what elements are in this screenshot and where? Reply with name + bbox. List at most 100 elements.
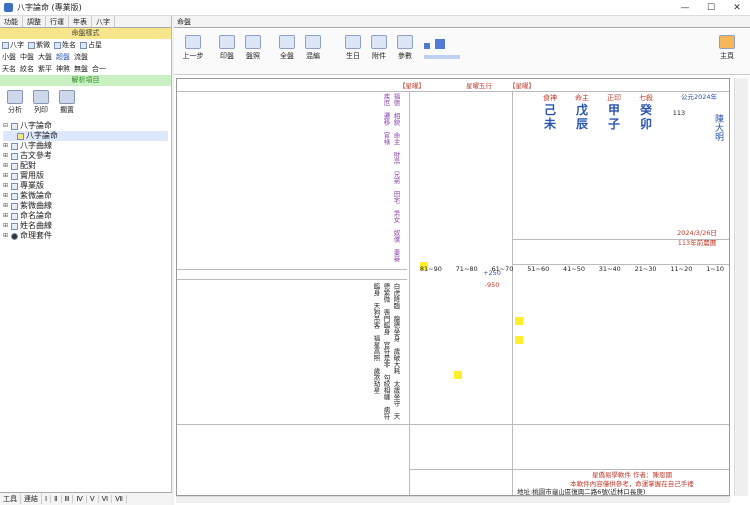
tree-item[interactable]: ⊞ 紫微論命 <box>3 191 168 201</box>
tab-luck[interactable]: 行運 <box>46 16 69 27</box>
size-super[interactable]: 超盤 <box>56 52 70 62</box>
print-icon <box>219 35 235 49</box>
maximize-button[interactable]: ☐ <box>698 0 724 16</box>
tab-tools[interactable]: 工具 <box>0 494 21 504</box>
analyze-button[interactable]: 分析 <box>4 90 26 115</box>
horizontal-scrollbar[interactable] <box>176 496 730 503</box>
age-value: 113 <box>672 109 686 117</box>
birthday-button[interactable]: 生日 <box>340 35 366 61</box>
luck-ranges: 81~90 71~80 61~70 51~60 41~50 31~40 21~30 11~… <box>419 265 724 273</box>
folder-icon <box>11 122 18 130</box>
tab-5[interactable]: Ⅴ <box>87 495 99 503</box>
style-ziwei[interactable]: 紫微 <box>28 40 50 50</box>
yinyang-icon <box>11 232 18 240</box>
tree-item[interactable]: ⊟ 八字論命 <box>3 121 168 131</box>
function-tree: ⊟ 八字論命 八字論命 ⊞ 八字曲線 ⊞ 古文參考 ⊞ 配對 ⊞ 實用版 ⊞ 專業版 ⊞ 紫微… <box>0 119 171 243</box>
size-small[interactable]: 小盤 <box>2 52 16 62</box>
tab-1[interactable]: Ⅰ <box>42 495 52 503</box>
name-icon <box>54 41 61 49</box>
tree-item[interactable]: ⊞ 八字曲線 <box>3 141 168 151</box>
tab-function[interactable]: 功能 <box>0 16 23 27</box>
doc-icon <box>17 132 24 140</box>
print-label: 列印 <box>34 106 48 114</box>
style-name[interactable]: 姓名 <box>54 40 76 50</box>
window-title: 八字論命 (專業版) <box>17 3 82 12</box>
tree-item[interactable]: 八字論命 <box>3 131 168 141</box>
grid-icon <box>279 35 295 49</box>
size-large[interactable]: 大盤 <box>38 52 52 62</box>
analyze-label: 分析 <box>8 106 22 114</box>
app-icon <box>4 3 13 12</box>
tab-links[interactable]: 連結 <box>21 494 42 504</box>
date-line-1: 2024/3/26日 <box>677 229 717 237</box>
params-button[interactable]: 參數 <box>392 35 418 61</box>
folder-icon <box>11 212 18 220</box>
back-button[interactable]: 上一步 <box>180 35 206 61</box>
left-bottom-tabs: 工具 連結 Ⅰ Ⅱ Ⅲ Ⅳ Ⅴ Ⅵ Ⅶ <box>0 492 172 505</box>
opt-ziping[interactable]: 紫平 <box>38 64 52 74</box>
tree-item[interactable]: ⊞ 姓名曲線 <box>3 221 168 231</box>
style-row-3: 天名 紋名 紫平 神煞 無盤 合一 <box>0 63 171 75</box>
snapshot-button[interactable]: 盤照 <box>240 35 266 61</box>
astro-icon <box>80 41 87 49</box>
folder-icon <box>11 172 18 180</box>
hold-button[interactable]: 擱置 <box>56 90 78 115</box>
ziwei-icon <box>28 41 35 49</box>
tree-item[interactable]: ⊞ 命名論命 <box>3 211 168 221</box>
tab-adjust[interactable]: 調整 <box>23 16 46 27</box>
tab-yearly[interactable]: 年表 <box>69 16 92 27</box>
tree-item[interactable]: ⊞ 紫微曲線 <box>3 201 168 211</box>
print-button[interactable]: 列印 <box>30 90 52 115</box>
tab-3[interactable]: Ⅲ <box>62 495 74 503</box>
full-chart-button[interactable]: 全盤 <box>274 35 300 61</box>
tree-item[interactable]: ⊞ 命理套件 <box>3 231 168 241</box>
chart-style-title: 命盤樣式 <box>0 28 171 39</box>
zoom-small-icon <box>424 43 430 49</box>
bazi-icon <box>2 41 9 49</box>
folder-icon <box>11 192 18 200</box>
left-desc-text: 白虎降臨 龍德坐身 歲破大耗 太歲坐守 天德紫微 喪門臨身 官符是非 勾絞相纏 … <box>372 283 400 420</box>
opt-wupan[interactable]: 無盤 <box>74 64 88 74</box>
size-medium[interactable]: 中盤 <box>20 52 34 62</box>
close-button[interactable]: ✕ <box>724 0 750 16</box>
footer-address: 地址:桃園市龜山區復興二路6號(近林口長庚) <box>517 488 646 496</box>
marker <box>515 336 523 344</box>
zoom-control[interactable] <box>424 39 464 65</box>
style-bazi[interactable]: 八字 <box>2 40 24 50</box>
gear-icon <box>397 35 413 49</box>
gregorian-year: 公元2024年 <box>680 93 718 101</box>
folder-icon <box>11 162 18 170</box>
analyze-icon <box>7 90 23 104</box>
size-flow[interactable]: 流盤 <box>74 52 88 62</box>
tab-4[interactable]: Ⅳ <box>73 495 87 503</box>
tab-chart[interactable]: 命盤 <box>174 16 750 28</box>
opt-tianming[interactable]: 天名 <box>2 64 16 74</box>
opt-heyi[interactable]: 合一 <box>92 64 106 74</box>
opt-wenming[interactable]: 紋名 <box>20 64 34 74</box>
back-icon <box>185 35 201 49</box>
hold-label: 擱置 <box>60 106 74 114</box>
zoom-slider[interactable] <box>424 55 460 59</box>
tree-item[interactable]: ⊞ 配對 <box>3 161 168 171</box>
minimize-button[interactable]: — <box>672 0 698 16</box>
tree-item[interactable]: ⊞ 實用版 <box>3 171 168 181</box>
date-line-2: 113年前農曆 <box>677 239 717 247</box>
left-star-text: 福德 相貌 命主 財帛 兄弟 田宅 男女 奴僕 妻妾 疾厄 遷移 官祿 <box>382 93 400 269</box>
folder-icon <box>11 142 18 150</box>
vertical-scrollbar[interactable] <box>734 78 748 496</box>
opt-shensha[interactable]: 神煞 <box>56 64 70 74</box>
print-chart-button[interactable]: 印盤 <box>214 35 240 61</box>
attachment-button[interactable]: 附件 <box>366 35 392 61</box>
tab-bazi[interactable]: 八字 <box>92 16 115 27</box>
title-bar: 八字論命 (專業版) — ☐ ✕ <box>0 0 750 16</box>
home-button[interactable]: 主頁 <box>714 35 740 61</box>
tab-7[interactable]: Ⅶ <box>112 495 127 503</box>
style-astro[interactable]: 占星 <box>80 40 102 50</box>
pillar-year: 食神 己 未 <box>543 94 557 131</box>
mixed-button[interactable]: 混編 <box>300 35 326 61</box>
tab-6[interactable]: Ⅵ <box>99 495 113 503</box>
tab-2[interactable]: Ⅱ <box>51 495 62 503</box>
tree-item[interactable]: ⊞ 專業版 <box>3 181 168 191</box>
tree-item[interactable]: ⊞ 古文參考 <box>3 151 168 161</box>
marker <box>515 317 523 325</box>
